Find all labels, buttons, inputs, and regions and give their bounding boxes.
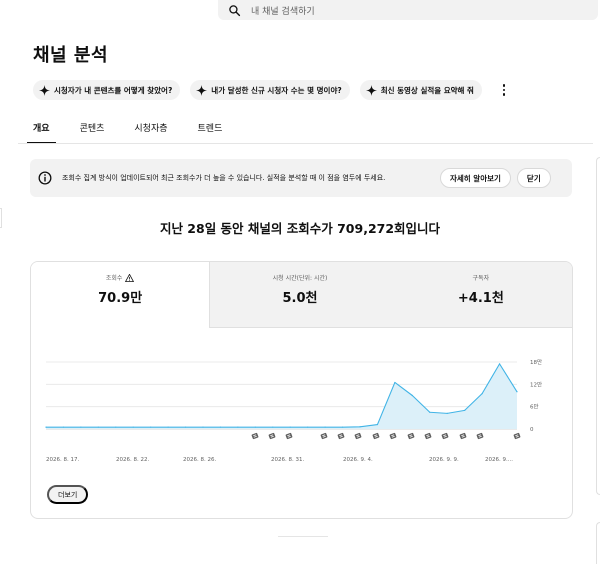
close-notice-button[interactable]: 닫기 <box>516 168 551 188</box>
x-tick-label: 2026. 8. 31. <box>271 457 304 463</box>
tab-trends[interactable]: 트렌드 <box>198 120 223 144</box>
data-point <box>446 412 448 414</box>
info-icon <box>38 171 52 185</box>
search-icon <box>229 4 241 16</box>
x-tick-label: 2026. 8. 26. <box>183 457 216 463</box>
event-marker-icon <box>389 432 397 440</box>
more-options-icon[interactable] <box>498 80 510 100</box>
event-marker-icon <box>407 432 415 440</box>
notice-banner: 조회수 집계 방식이 업데이트되어 최근 조회수가 더 높을 수 있습니다. 실… <box>30 159 572 197</box>
tab-overview[interactable]: 개요 <box>27 120 55 144</box>
suggestion-chips: 시청자가 내 콘텐츠를 어떻게 찾았어? 내가 달성한 신규 시청자 수는 몇 … <box>33 80 510 100</box>
warning-icon <box>125 273 135 282</box>
left-panel-edge <box>0 208 2 228</box>
sparkle-icon <box>196 84 208 96</box>
y-tick-label: 18만 <box>530 358 542 366</box>
tab-divider <box>18 143 593 144</box>
x-tick-label: 2026. 9. 9. <box>429 457 459 463</box>
data-point <box>498 363 501 365</box>
data-point <box>237 426 239 428</box>
event-marker-icon <box>441 432 449 440</box>
event-marker-icon <box>285 432 293 440</box>
page-title: 채널 분석 <box>33 45 109 66</box>
data-point <box>80 426 82 428</box>
chip-new-viewers[interactable]: 내가 달성한 신규 시청자 수는 몇 명이야? <box>190 80 350 100</box>
chip-label: 내가 달성한 신규 시청자 수는 몇 명이야? <box>211 85 342 95</box>
data-point <box>272 426 274 428</box>
views-headline: 지난 28일 동안 채널의 조회수가 709,272회입니다 <box>159 221 441 236</box>
overview-card: 조회수 70.9만 시청 시간(단위: 시간) 5.0천 구독자 +4.1천 1… <box>30 261 573 519</box>
event-marker-icon <box>513 432 521 440</box>
x-tick-label: 2026. 8. 22. <box>116 457 149 463</box>
metric-views[interactable]: 조회수 70.9만 <box>31 262 211 328</box>
x-tick-label: 2026. 9.... <box>485 457 513 463</box>
sparkle-icon <box>39 84 50 96</box>
event-marker-icon <box>354 432 362 440</box>
chip-latest-summary[interactable]: 최신 동영상 실적을 요약해 줘 <box>359 80 482 100</box>
x-tick-label: 2026. 8. 17. <box>46 457 79 463</box>
search-input[interactable]: 내 채널 검색하기 <box>251 4 315 17</box>
metric-value: 70.9만 <box>98 291 143 306</box>
data-point <box>254 426 256 428</box>
event-marker-icon <box>476 432 484 440</box>
data-point <box>429 411 431 413</box>
data-point <box>219 426 222 428</box>
metric-tabs: 조회수 70.9만 시청 시간(단위: 시간) 5.0천 구독자 +4.1천 <box>31 262 572 328</box>
tab-bar: 개요 콘텐츠 시청자층 트렌드 <box>27 120 252 144</box>
data-point <box>481 393 483 395</box>
data-point <box>202 426 204 428</box>
metric-label: 시청 시간(단위: 시간) <box>272 275 328 282</box>
data-point <box>132 426 134 428</box>
tab-audience[interactable]: 시청자층 <box>134 120 167 144</box>
notice-text: 조회수 집계 방식이 업데이트되어 최근 조회수가 더 높을 수 있습니다. 실… <box>62 174 386 182</box>
search-bar[interactable]: 내 채널 검색하기 <box>218 0 598 20</box>
data-point <box>324 426 326 428</box>
series-area <box>46 363 517 429</box>
data-point <box>167 426 169 428</box>
data-point <box>307 426 309 428</box>
event-marker-icon <box>337 432 345 440</box>
x-tick-label: 2026. 9. 4. <box>343 457 373 463</box>
y-tick-label: 0 <box>530 427 534 433</box>
data-point <box>62 426 65 428</box>
event-marker-icon <box>372 432 380 440</box>
views-chart: 18만 12만 6만 0 2026. 8. 17. 2026. 8. 22. 2026. 8… <box>45 358 542 463</box>
divider <box>278 536 328 537</box>
event-marker-icon <box>424 432 432 440</box>
data-point <box>359 426 361 428</box>
metric-watch-time[interactable]: 시청 시간(단위: 시간) 5.0천 <box>210 262 390 328</box>
data-point <box>411 394 413 397</box>
side-panel-edge <box>596 522 600 564</box>
data-point <box>115 426 117 428</box>
learn-more-button[interactable]: 자세히 알아보기 <box>440 168 511 188</box>
data-point <box>394 381 396 384</box>
data-point <box>45 426 47 428</box>
tab-content[interactable]: 콘텐츠 <box>80 120 105 144</box>
y-tick-label: 12만 <box>530 380 542 388</box>
metric-subscribers[interactable]: 구독자 +4.1천 <box>389 262 572 328</box>
metric-value: 5.0천 <box>282 291 318 306</box>
data-point <box>150 426 152 428</box>
y-tick-label: 6만 <box>530 403 539 411</box>
show-more-button[interactable]: 더보기 <box>47 485 89 504</box>
data-point <box>516 391 518 393</box>
event-marker-icon <box>320 432 328 440</box>
data-point <box>341 426 344 428</box>
data-point <box>464 409 466 411</box>
side-panel-edge <box>596 157 600 495</box>
event-marker-icon <box>251 432 259 440</box>
chip-label: 최신 동영상 실적을 요약해 줘 <box>380 85 474 95</box>
data-point <box>376 423 379 426</box>
data-point <box>289 426 291 428</box>
event-marker-icon <box>268 432 276 440</box>
chip-content-discovery[interactable]: 시청자가 내 콘텐츠를 어떻게 찾았어? <box>33 80 181 100</box>
sparkle-icon <box>365 84 377 96</box>
data-point <box>184 426 187 428</box>
metric-value: +4.1천 <box>457 291 504 306</box>
metric-label: 조회수 <box>105 275 123 282</box>
data-point <box>97 426 99 428</box>
chip-label: 시청자가 내 콘텐츠를 어떻게 찾았어? <box>54 85 173 95</box>
metric-label: 구독자 <box>472 275 490 282</box>
event-marker-icon <box>459 432 467 440</box>
